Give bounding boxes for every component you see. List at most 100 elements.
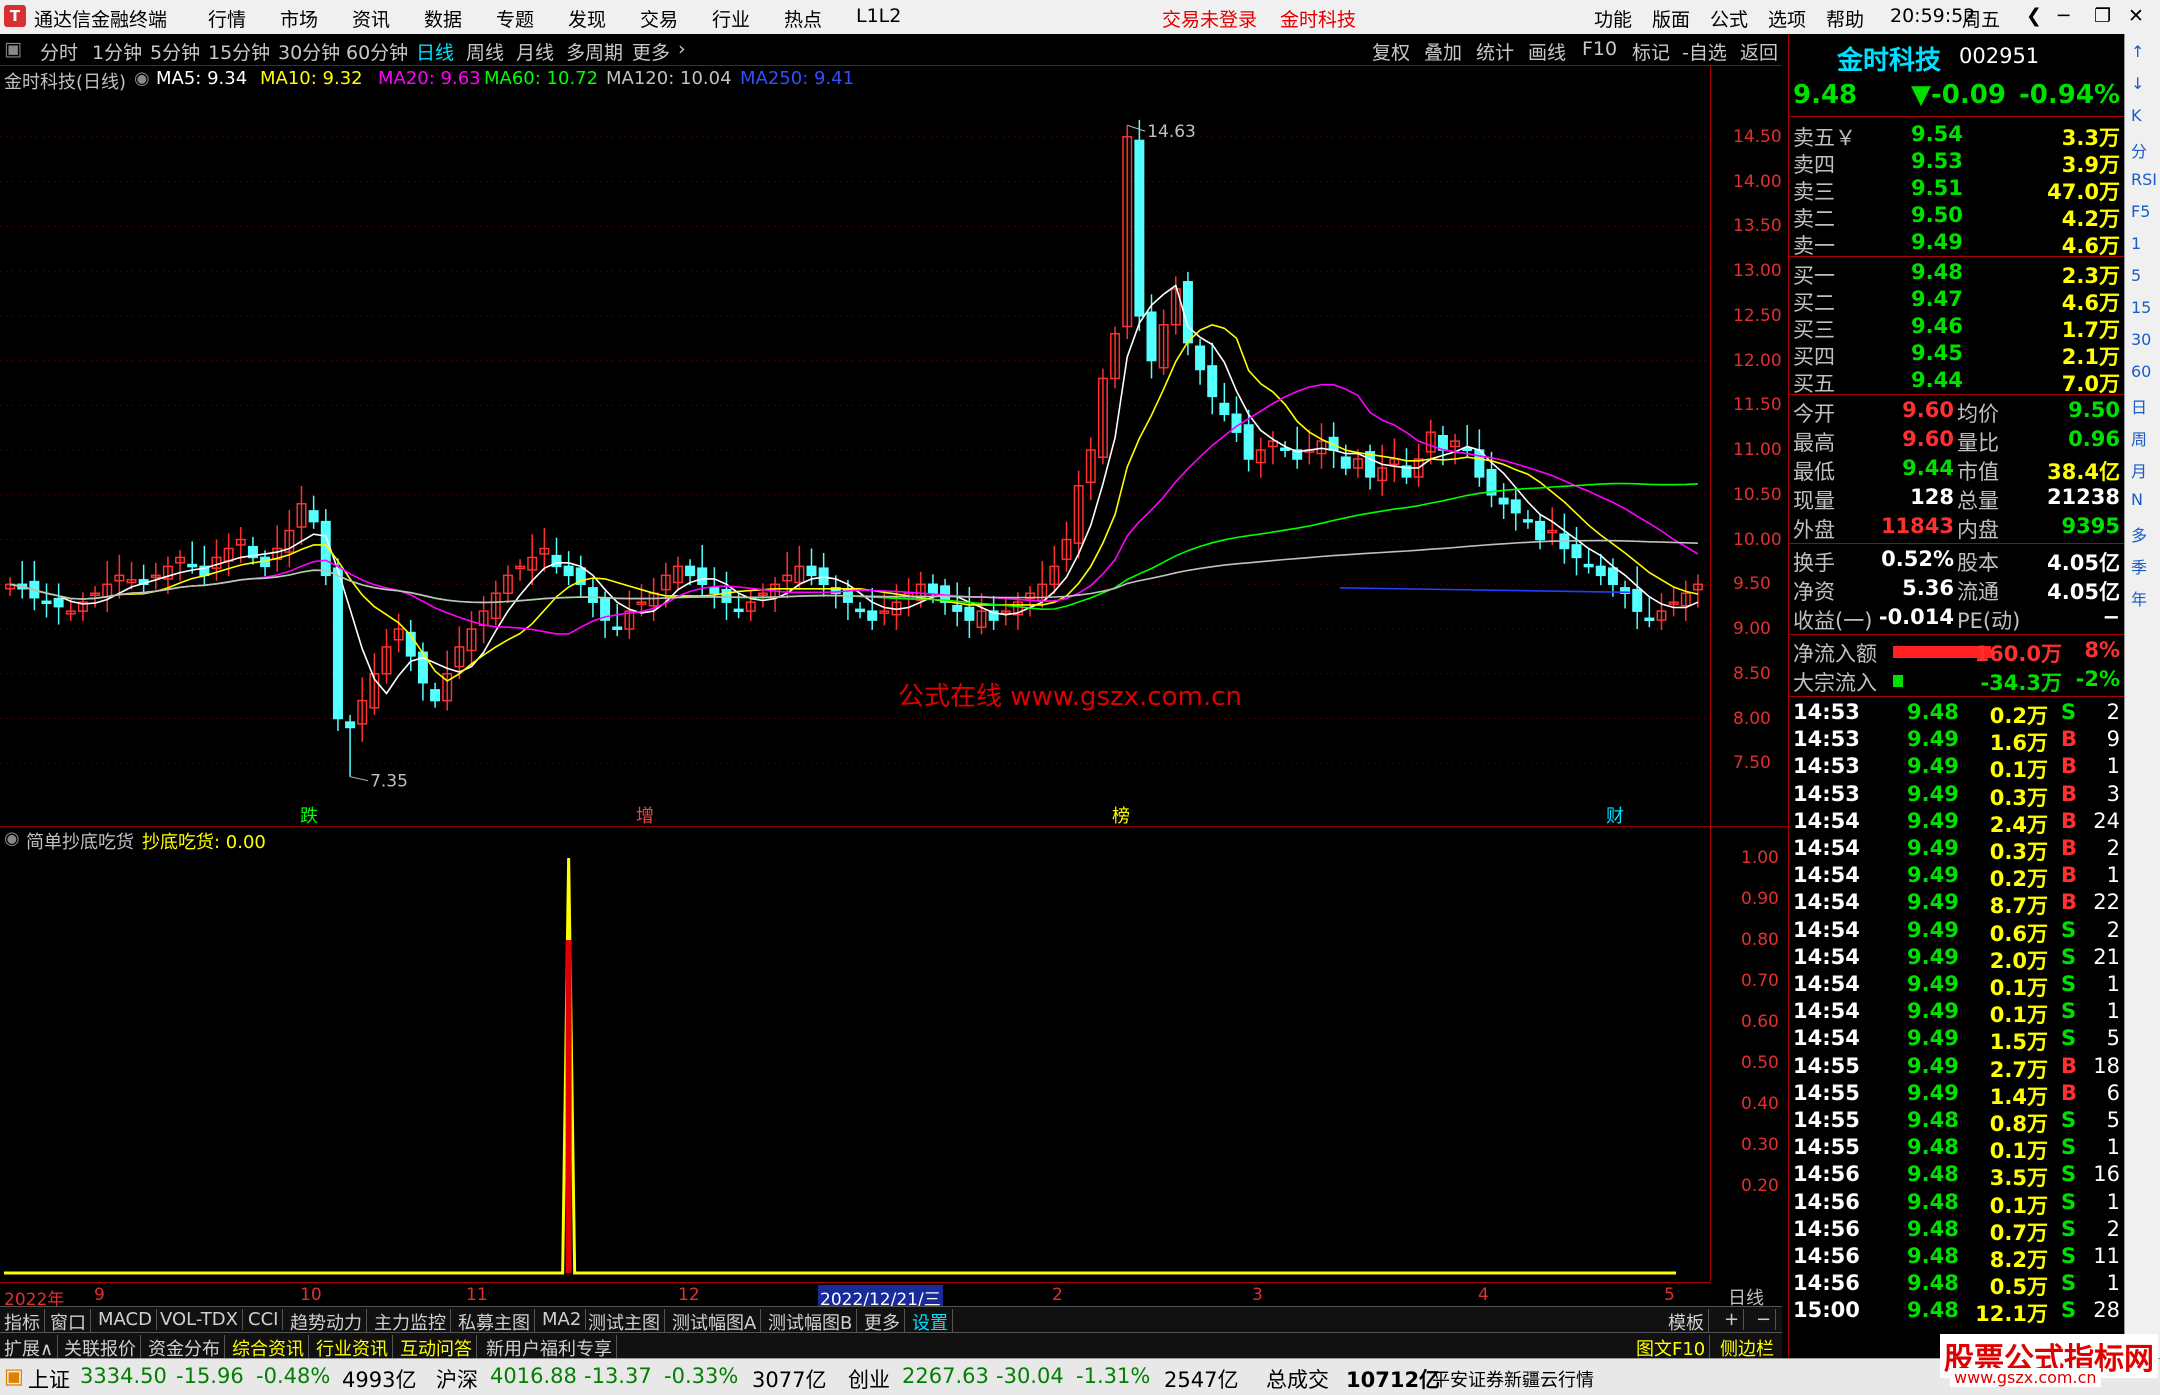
status-icon[interactable]: ▣: [4, 1364, 24, 1388]
index-cy-value: 2267.63: [902, 1364, 989, 1388]
side-tool-17[interactable]: 季: [2131, 554, 2147, 578]
candle-body: [818, 567, 829, 586]
side-tool-14[interactable]: 月: [2131, 458, 2147, 482]
tab-macd[interactable]: MACD: [98, 1309, 157, 1330]
marker-cai[interactable]: 财: [1606, 802, 1624, 828]
period-daily[interactable]: 日线: [416, 38, 454, 65]
menu-gongshi[interactable]: 公式: [1710, 5, 1748, 32]
candle-body: [1522, 519, 1533, 523]
tab-vol-tdx[interactable]: VOL-TDX: [160, 1309, 243, 1330]
menu-shuju[interactable]: 数据: [424, 5, 462, 32]
tick-volume: 0.1万: [1989, 1003, 2048, 1028]
candle-body: [53, 597, 64, 608]
period-more[interactable]: 更多: [632, 38, 670, 65]
menu-zixun[interactable]: 资讯: [352, 5, 390, 32]
trade-login-status[interactable]: 交易未登录: [1162, 5, 1257, 32]
tool-f10[interactable]: F10: [1582, 38, 1617, 60]
menu-redian[interactable]: 热点: [784, 5, 822, 32]
period-weekly[interactable]: 周线: [466, 38, 504, 65]
period-monthly[interactable]: 月线: [516, 38, 554, 65]
tick-time: 14:56: [1793, 1162, 1860, 1187]
marker-bang[interactable]: 榜: [1112, 802, 1130, 828]
tab-cci[interactable]: CCI: [248, 1309, 284, 1330]
menu-banmian[interactable]: 版面: [1652, 5, 1690, 32]
restore-icon[interactable]: ❐: [2094, 5, 2111, 27]
minimize-icon[interactable]: ─: [2058, 5, 2069, 27]
side-tool-6[interactable]: F5: [2131, 202, 2150, 221]
tool-biaoji[interactable]: 标记: [1632, 38, 1670, 65]
candle-body: [41, 600, 52, 605]
menu-faxian[interactable]: 发现: [568, 5, 606, 32]
candle-body: [1595, 565, 1606, 577]
collapse-icon[interactable]: ▣: [4, 38, 22, 60]
app-title: 通达信金融终端: [34, 9, 168, 31]
menu-zhuanti[interactable]: 专题: [496, 5, 534, 32]
chevron-right-icon[interactable]: ›: [678, 38, 686, 60]
tab-ma2[interactable]: MA2: [542, 1309, 587, 1330]
tool-fanhui[interactable]: 返回: [1740, 38, 1778, 65]
menu-jiaoyi[interactable]: 交易: [640, 5, 678, 32]
period-multi[interactable]: 多周期: [566, 38, 623, 65]
add-pane-button[interactable]: +: [1724, 1309, 1745, 1330]
close-icon[interactable]: ✕: [2128, 5, 2144, 27]
marker-zeng[interactable]: 增: [636, 802, 654, 828]
indicator-tick: 0.70: [1741, 971, 1779, 991]
side-tool-7[interactable]: 1: [2131, 234, 2141, 253]
menu-xuanxiang[interactable]: 选项: [1768, 5, 1806, 32]
side-tool-9[interactable]: 15: [2131, 298, 2151, 317]
candle-body: [332, 567, 343, 720]
menu-hangye[interactable]: 行业: [712, 5, 750, 32]
menu-shichang[interactable]: 市场: [280, 5, 318, 32]
tick-price: 9.48: [1907, 1162, 1959, 1187]
tick-time: 14:54: [1793, 999, 1860, 1024]
marker-die[interactable]: 跌: [300, 802, 318, 828]
side-tool-3[interactable]: K: [2131, 106, 2142, 125]
date-label-9: 9: [94, 1285, 105, 1305]
chart-settings-icon[interactable]: ◉: [134, 68, 150, 89]
period-5min[interactable]: 5分钟: [150, 38, 200, 65]
menu-gongneng[interactable]: 功能: [1594, 5, 1632, 32]
period-1min[interactable]: 1分钟: [92, 38, 142, 65]
tool-fuquan[interactable]: 复权: [1372, 38, 1410, 65]
side-tool-1[interactable]: ↑: [2131, 42, 2144, 61]
side-tool-4[interactable]: 分: [2131, 138, 2147, 162]
period-15min[interactable]: 15分钟: [208, 38, 270, 65]
candle-body: [308, 510, 319, 523]
index-sh-value: 3334.50: [80, 1364, 167, 1388]
tick-volume: 0.1万: [1989, 758, 2048, 783]
period-fenshi[interactable]: 分时: [40, 38, 78, 65]
tool-tongji[interactable]: 统计: [1476, 38, 1514, 65]
side-tool-2[interactable]: ↓: [2131, 74, 2144, 93]
tick-count: 18: [2093, 1053, 2120, 1078]
tick-side: S: [2061, 1135, 2077, 1160]
period-30min[interactable]: 30分钟: [278, 38, 340, 65]
indicator-tick: 0.60: [1741, 1012, 1779, 1032]
index-cy-label[interactable]: 创业: [848, 1364, 890, 1394]
side-tool-13[interactable]: 周: [2131, 426, 2147, 450]
side-tool-15[interactable]: N: [2131, 490, 2143, 509]
period-60min[interactable]: 60分钟: [346, 38, 408, 65]
candlestick-chart[interactable]: 14.63 7.35: [0, 88, 1710, 826]
side-tool-18[interactable]: 年: [2131, 586, 2147, 610]
side-tool-11[interactable]: 60: [2131, 362, 2151, 381]
menu-l1l2[interactable]: L1L2: [856, 5, 901, 27]
index-sh-label[interactable]: 上证: [28, 1364, 70, 1394]
side-tool-16[interactable]: 多: [2131, 522, 2147, 546]
tool-diejia[interactable]: 叠加: [1424, 38, 1462, 65]
side-tool-12[interactable]: 日: [2131, 394, 2147, 418]
back-arrow-icon[interactable]: ❮: [2026, 5, 2042, 27]
side-tool-8[interactable]: 5: [2131, 266, 2141, 285]
menu-hangqing[interactable]: 行情: [208, 5, 246, 32]
menu-bangzhu[interactable]: 帮助: [1826, 5, 1864, 32]
index-sz-label[interactable]: 沪深: [436, 1364, 478, 1394]
remove-pane-button[interactable]: −: [1756, 1309, 1777, 1330]
ask-price: 9.53: [1911, 149, 1963, 173]
candle-body: [867, 610, 878, 621]
side-tool-5[interactable]: RSI: [2131, 170, 2157, 189]
side-tool-10[interactable]: 30: [2131, 330, 2151, 349]
indicator-chart[interactable]: [0, 850, 1710, 1282]
subchart-settings-icon[interactable]: ◉: [4, 828, 20, 849]
tool-zixuan[interactable]: -自选: [1682, 38, 1727, 65]
tick-count: 1: [2106, 999, 2120, 1024]
tool-huaxian[interactable]: 画线: [1528, 38, 1566, 65]
